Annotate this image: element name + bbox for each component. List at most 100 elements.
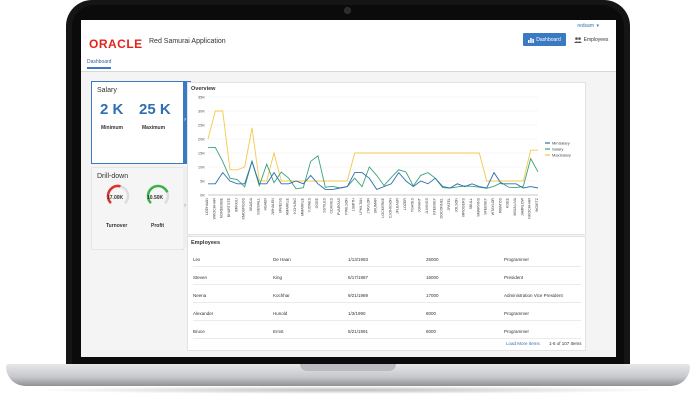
x-tick-label: WTAYLOR: [491, 198, 495, 216]
x-tick-label: LPHILTAN: [359, 198, 363, 215]
salary-maximum-value: 25 K: [139, 101, 171, 118]
table-row[interactable]: Bruce Ernst 5/21/1991 6000 Programmer: [193, 323, 581, 339]
laptop-shadow: [30, 386, 666, 394]
dashboard-button[interactable]: Dashboard: [523, 33, 566, 46]
x-tick-label: MROGERS: [462, 197, 466, 216]
x-tick-label: JOLSON: [454, 198, 458, 213]
table-cell: Steven: [193, 275, 208, 280]
x-tick-label: MMARKLE: [300, 197, 304, 215]
x-tick-label: JLIVINGS: [425, 197, 429, 214]
tab-bar: Dashboard: [81, 56, 616, 72]
table-cell: Neena: [193, 293, 207, 298]
table-cell: President: [504, 275, 524, 280]
oracle-logo: ORACLE: [89, 37, 143, 51]
table-cell: 25000: [426, 257, 439, 262]
x-tick-label: JAMRLOW: [520, 197, 524, 216]
x-tick-label: LDEHAAN: [205, 198, 209, 215]
salary-card[interactable]: Salary 2 K Minimum 25 K Maximum: [91, 81, 184, 164]
table-cell: De Haan: [273, 257, 291, 262]
laptop-notch: [300, 364, 396, 371]
legend-label: Salary: [552, 146, 563, 151]
employees-panel: Employees Lex De Haan 1/13/1993 25000 Progra…: [187, 236, 586, 351]
salary-minimum-label: Minimum: [101, 125, 123, 131]
salary-minimum-value: 2 K: [100, 101, 124, 118]
employees-title: Employees: [191, 240, 221, 246]
x-tick-label: DOCONNEL: [440, 198, 444, 218]
users-icon: [573, 36, 582, 43]
table-cell: Ernst: [273, 329, 284, 334]
table-row[interactable]: Alexander Hunold 1/3/1990 8000 Programmer: [193, 305, 581, 321]
table-cell: 6/17/1987: [348, 275, 369, 280]
user-menu[interactable]: redsam: [577, 23, 594, 29]
x-tick-label: SSEWALL: [256, 198, 260, 215]
x-tick-label: KFEENEY: [432, 197, 436, 214]
x-tick-label: AMARKLE: [286, 197, 290, 215]
x-tick-label: JFLEAUR: [396, 198, 400, 214]
x-tick-label: LOCKERKE: [381, 197, 385, 217]
salary-maximum-label: Maximum: [142, 125, 166, 131]
table-row[interactable]: Steven King 6/17/1987 16000 President: [193, 269, 581, 285]
x-tick-label: NGREENBE: [220, 197, 224, 218]
x-tick-label: SSTILES: [322, 197, 326, 212]
x-tick-label: VJONES: [308, 197, 312, 212]
items-count: 1-5 of 107 Items: [549, 341, 582, 346]
table-cell: Programmer: [504, 257, 530, 262]
load-more-link[interactable]: Load More Items: [506, 341, 540, 346]
x-tick-label: CDAVIES: [330, 197, 334, 213]
bar-chart-icon: [528, 37, 535, 43]
x-tick-label: SKUMAR: [374, 198, 378, 214]
x-tick-label: JWHALEN: [271, 198, 275, 216]
app-screen: ORACLE Red Samurai Application redsam ▾ …: [81, 20, 616, 357]
employees-button[interactable]: Employees: [569, 33, 613, 46]
y-tick-label: 20K: [198, 137, 205, 142]
table-cell: Programmer: [504, 329, 530, 334]
turnover-value: 17.00K: [107, 195, 124, 201]
table-cell: 6000: [426, 329, 437, 334]
profit-value: 10.50K: [147, 195, 164, 201]
table-cell: Programmer: [504, 311, 530, 316]
x-tick-label: WGIETZ: [535, 197, 539, 212]
dashboard-button-label: Dashboard: [536, 36, 561, 43]
x-tick-label: JGRANT: [418, 197, 422, 212]
app-header: ORACLE Red Samurai Application redsam ▾ …: [81, 20, 616, 57]
x-tick-label: RMATOS: [498, 197, 502, 213]
drilldown-card[interactable]: Drill-down 17.00K Turnover 10.50K Profit: [91, 167, 184, 250]
drilldown-title: Drill-down: [97, 173, 129, 180]
x-tick-label: PVARGAS: [337, 197, 341, 215]
x-tick-label: LSMITH: [352, 198, 356, 212]
chevron-right-icon: ›: [184, 117, 186, 123]
x-tick-label: KGEE: [506, 197, 510, 208]
x-tick-label: KCHUNG: [293, 198, 297, 214]
employees-button-label: Employees: [583, 36, 609, 43]
x-tick-label: JTAYLOR: [366, 198, 370, 214]
salary-title: Salary: [97, 87, 117, 94]
y-tick-label: 5K: [200, 179, 205, 184]
turnover-label: Turnover: [106, 223, 128, 229]
x-tick-label: MWEISS: [278, 197, 282, 212]
legend-label: MinSalary: [552, 140, 570, 145]
overview-panel: Overview 0K 5K 10K 15K 20K 25K 30K 35K LDEHAAN WK…: [187, 82, 586, 235]
chevron-right-icon: ›: [184, 203, 186, 209]
tab-dashboard[interactable]: Dashboard: [87, 59, 112, 69]
x-tick-label: CJOHNSON: [388, 198, 392, 219]
x-tick-label: WKOCHHAR: [212, 198, 216, 220]
x-tick-label: TGATES: [410, 197, 414, 212]
legend-label: MaxSalary: [552, 152, 571, 157]
table-cell: 8000: [426, 311, 437, 316]
y-tick-label: 25K: [198, 123, 205, 128]
table-row[interactable]: Lex De Haan 1/13/1993 25000 Programmer: [193, 251, 581, 267]
table-row[interactable]: Neena Kochhar 9/21/1989 17000 Administration…: [193, 287, 581, 303]
profit-label: Profit: [151, 223, 165, 229]
caret-down-icon[interactable]: ▾: [596, 23, 599, 29]
y-tick-label: 30K: [198, 109, 205, 114]
table-cell: 17000: [426, 293, 439, 298]
x-tick-label: JPATEL: [447, 198, 451, 211]
x-tick-label: GGEE: [315, 197, 319, 208]
overview-chart: 0K 5K 10K 15K 20K 25K 30K 35K LDEHAAN WKOCHHAR NGR…: [198, 95, 571, 220]
series-line-maxsalary[interactable]: [207, 110, 538, 182]
x-tick-label: SFEENEY: [484, 197, 488, 214]
x-tick-label: LOZER: [403, 198, 407, 210]
x-tick-label: NKOCHHAR: [528, 198, 532, 219]
table-cell: Administration Vice President: [504, 293, 563, 298]
table-cell: Hunold: [273, 311, 288, 316]
